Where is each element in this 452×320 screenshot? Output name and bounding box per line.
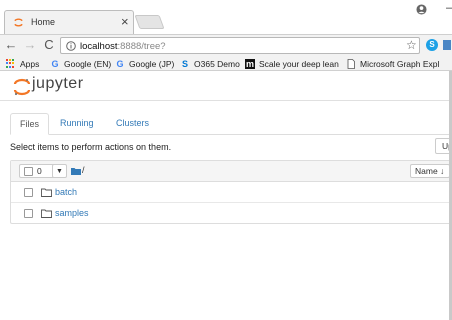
breadcrumb-separator[interactable]: / — [82, 165, 85, 175]
bookmark-star-icon[interactable]: ☆ — [406, 38, 417, 53]
page-icon — [347, 58, 355, 69]
bookmark-microsoft-graph[interactable]: Microsoft Graph Expl — [346, 57, 439, 70]
bookmark-label: O365 Demo — [194, 58, 240, 69]
tab-clusters[interactable]: Clusters — [107, 113, 158, 135]
file-name-link[interactable]: batch — [55, 187, 77, 197]
forward-arrow-icon[interactable]: → — [22, 37, 38, 53]
table-row[interactable]: samples — [11, 203, 452, 224]
selection-hint: Select items to perform actions on them. — [10, 142, 172, 152]
google-icon: G — [51, 58, 59, 69]
folder-icon — [41, 188, 52, 197]
row-checkbox[interactable] — [24, 209, 33, 218]
jupyter-logo-icon[interactable] — [12, 77, 32, 97]
jupyter-title: jupyter — [32, 75, 84, 92]
bookmark-google-jp[interactable]: G Google (JP) — [115, 57, 174, 70]
profile-icon[interactable] — [416, 4, 427, 15]
url-host: localhost — [80, 41, 118, 52]
bookmark-label: Apps — [20, 58, 40, 69]
tab-title: Home — [31, 17, 56, 27]
extension-icon[interactable] — [442, 38, 452, 52]
file-name-link[interactable]: samples — [55, 208, 89, 218]
google-icon: G — [116, 58, 124, 69]
bookmark-label: Scale your deep lean — [259, 58, 339, 69]
m-icon: m — [245, 58, 255, 69]
select-dropdown-caret-icon[interactable]: ▼ — [52, 164, 67, 178]
jupyter-tabs: Files Running Clusters — [10, 113, 452, 135]
bookmark-label: Google (EN) — [64, 58, 112, 69]
select-all-checkbox[interactable] — [24, 167, 33, 176]
folder-root-icon[interactable] — [71, 167, 81, 175]
jupyter-header: jupyter — [0, 71, 452, 101]
tab-close-icon[interactable]: × — [121, 14, 129, 30]
reload-icon[interactable]: C — [41, 37, 57, 53]
bookmark-scale-deep-learning[interactable]: m Scale your deep lean — [245, 57, 339, 70]
info-icon[interactable] — [66, 41, 76, 51]
url-text[interactable]: localhost:8888/tree? — [80, 41, 166, 52]
row-checkbox[interactable] — [24, 188, 33, 197]
sort-by-name-button[interactable]: Name ↓ — [410, 164, 450, 178]
bookmark-apps[interactable]: Apps — [6, 57, 39, 70]
url-path: :8888/tree? — [117, 41, 166, 52]
bookmark-label: Google (JP) — [129, 58, 175, 69]
back-arrow-icon[interactable]: ← — [3, 37, 19, 53]
file-list-header: 0 ▼ / Name ↓ — [11, 161, 452, 182]
tab-files[interactable]: Files — [10, 113, 50, 135]
skype-extension-icon[interactable]: S — [426, 39, 438, 51]
address-bar[interactable]: localhost:8888/tree? ☆ — [60, 37, 420, 54]
table-row[interactable]: batch — [11, 182, 452, 203]
bookmark-label: Microsoft Graph Expl — [360, 58, 440, 69]
browser-tab-home[interactable]: Home × — [4, 10, 134, 34]
apps-grid-icon — [6, 58, 16, 69]
tab-running[interactable]: Running — [51, 113, 103, 135]
window-minimize-icon[interactable]: — — [446, 2, 452, 14]
bookmarks-bar: Apps G Google (EN) G Google (JP) S O365 … — [0, 55, 452, 71]
browser-tabstrip: Home × — — [0, 0, 452, 35]
selected-count: 0 — [37, 166, 42, 176]
bookmark-google-en[interactable]: G Google (EN) — [50, 57, 111, 70]
file-list: 0 ▼ / Name ↓ batch samples — [10, 160, 452, 224]
bookmark-o365-demo[interactable]: S O365 Demo — [180, 57, 240, 70]
browser-toolbar: ← → C localhost:8888/tree? ☆ S — [0, 34, 452, 55]
jupyter-favicon-icon — [14, 18, 23, 27]
sharepoint-icon: S — [181, 58, 188, 69]
folder-icon — [41, 209, 52, 218]
new-tab-button[interactable] — [134, 15, 165, 29]
